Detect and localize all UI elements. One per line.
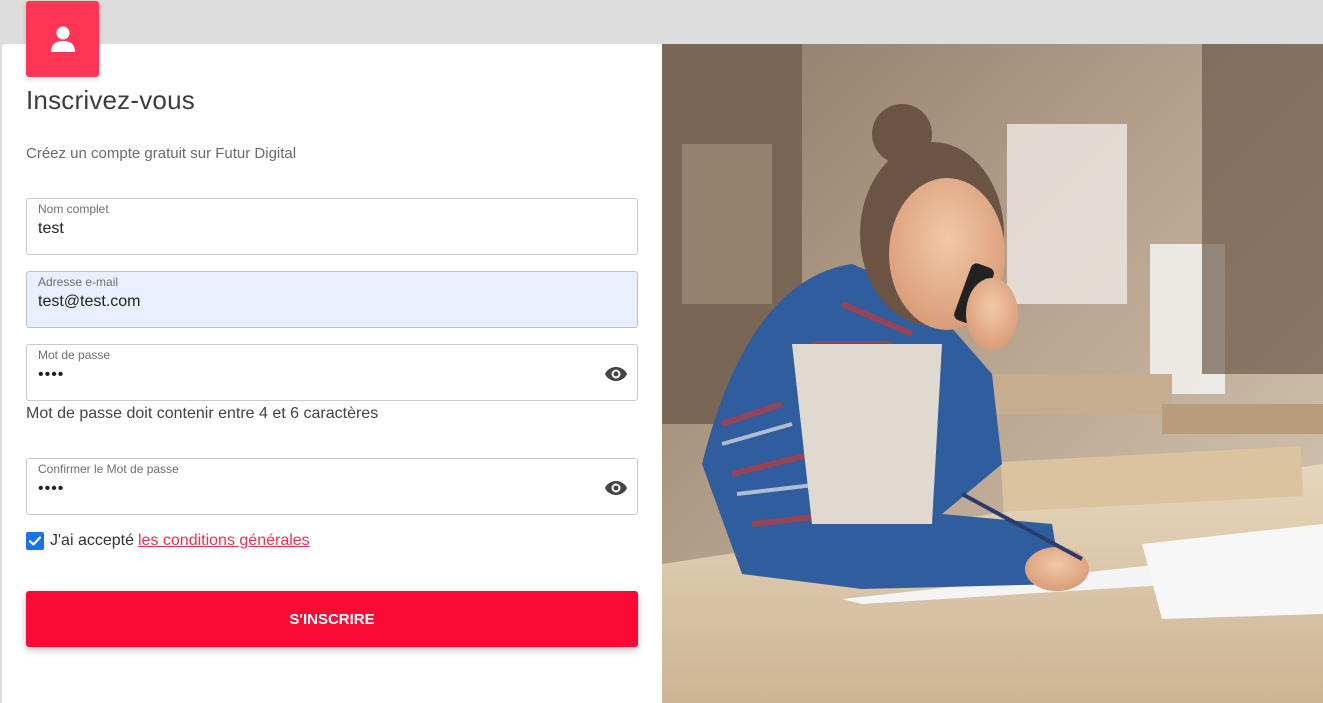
signup-button[interactable]: S'INSCRIRE bbox=[26, 591, 638, 647]
password-label: Mot de passe bbox=[38, 348, 111, 362]
check-icon bbox=[28, 536, 42, 546]
fullname-field[interactable]: Nom complet bbox=[26, 198, 638, 255]
confirm-password-label: Confirmer le Mot de passe bbox=[38, 462, 179, 476]
avatar-badge bbox=[26, 1, 99, 77]
fullname-input[interactable] bbox=[38, 218, 598, 240]
email-input[interactable] bbox=[38, 291, 598, 313]
email-label: Adresse e-mail bbox=[38, 275, 119, 289]
password-hint: Mot de passe doit contenir entre 4 et 6 … bbox=[26, 405, 379, 422]
user-icon bbox=[50, 26, 75, 52]
confirm-password-field[interactable]: Confirmer le Mot de passe bbox=[26, 458, 638, 515]
eye-icon[interactable] bbox=[604, 362, 628, 386]
password-input[interactable] bbox=[38, 364, 598, 386]
hero-photo bbox=[662, 44, 1323, 703]
page-title: Inscrivez-vous bbox=[26, 85, 195, 115]
terms-row: J'ai accepté les conditions générales bbox=[26, 531, 310, 551]
confirm-password-input[interactable] bbox=[38, 478, 598, 500]
email-field[interactable]: Adresse e-mail bbox=[26, 271, 638, 328]
page-subtitle: Créez un compte gratuit sur Futur Digita… bbox=[26, 145, 297, 162]
password-field[interactable]: Mot de passe bbox=[26, 344, 638, 401]
terms-link[interactable]: les conditions générales bbox=[138, 532, 310, 550]
terms-checkbox[interactable] bbox=[26, 532, 44, 550]
eye-icon[interactable] bbox=[604, 476, 628, 500]
woodshop-photo bbox=[662, 44, 1323, 703]
terms-text: J'ai accepté bbox=[50, 532, 134, 549]
fullname-label: Nom complet bbox=[38, 202, 109, 216]
